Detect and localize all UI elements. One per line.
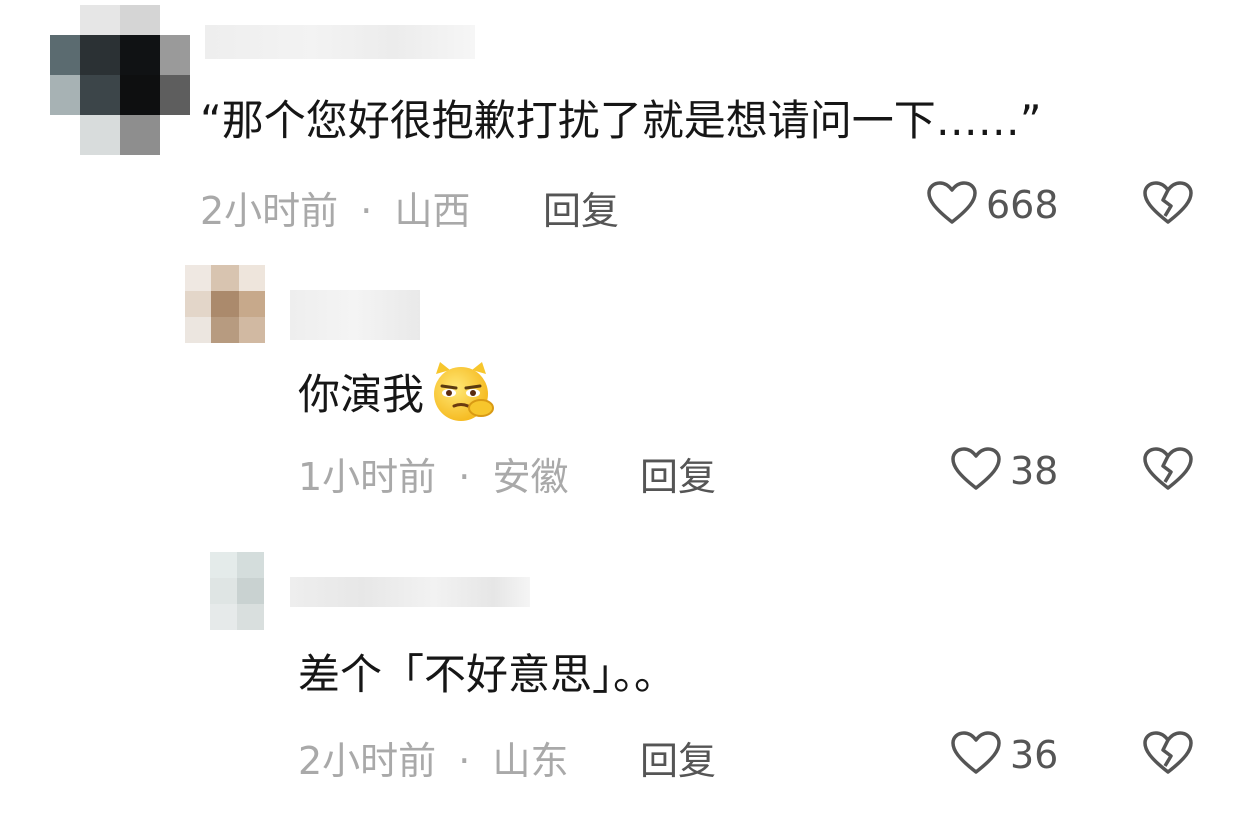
- heart-outline-icon: [950, 730, 1002, 780]
- comment-location: 山东: [492, 739, 569, 783]
- dislike-button[interactable]: [1142, 730, 1194, 780]
- comment-time: 2小时前: [298, 739, 437, 783]
- like-button[interactable]: 36: [950, 730, 1058, 780]
- comment-meta: 2小时前 · 山东: [298, 730, 568, 785]
- like-count: 36: [1010, 733, 1059, 777]
- avatar[interactable]: [210, 552, 264, 630]
- username-blurred[interactable]: [290, 577, 530, 607]
- comment-item: 差个「不好意思」。。 2小时前 · 山东 回复 36: [0, 0, 1260, 826]
- reply-button[interactable]: 回复: [640, 730, 716, 785]
- broken-heart-icon: [1142, 731, 1194, 780]
- comment-text: 差个「不好意思」。。: [298, 650, 677, 699]
- meta-separator: ·: [458, 739, 471, 783]
